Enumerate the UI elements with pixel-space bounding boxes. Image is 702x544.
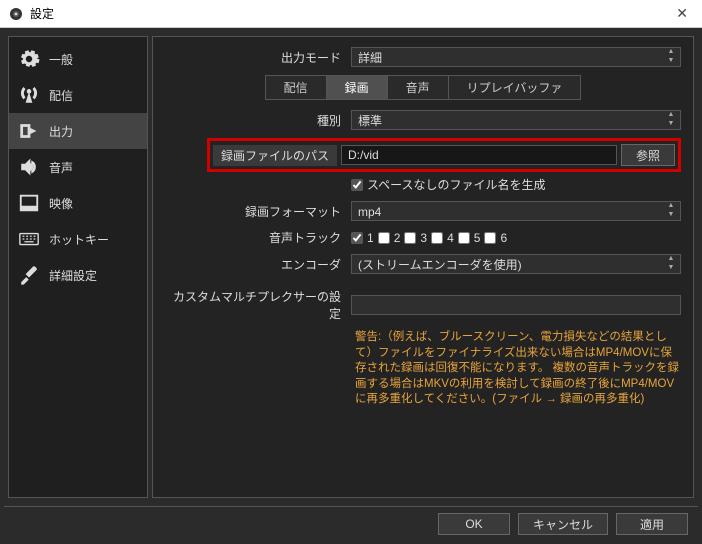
chevron-down-icon: ▼	[664, 264, 678, 273]
sidebar-item-advanced[interactable]: 詳細設定	[9, 257, 147, 293]
output-tabs: 配信 録画 音声 リプレイバッファ	[165, 75, 681, 100]
mp4-warning: 警告:（例えば、ブルースクリーン、電力損失などの結果として）ファイルをファイナラ…	[351, 330, 681, 408]
chevron-down-icon: ▼	[664, 120, 678, 129]
chevron-up-icon: ▲	[664, 111, 678, 120]
browse-button[interactable]: 参照	[621, 144, 675, 166]
main-panel: 出力モード 詳細 ▲▼ 配信 録画 音声 リプレイバッファ 種別 標	[152, 36, 694, 498]
close-icon[interactable]: ✕	[670, 5, 694, 22]
audio-tracks-label: 音声トラック	[165, 229, 345, 246]
recording-path-input[interactable]	[341, 145, 617, 165]
sidebar-item-label: 音声	[49, 159, 73, 176]
keyboard-icon	[17, 227, 41, 251]
no-space-filename-label: スペースなしのファイル名を生成	[367, 176, 546, 193]
sidebar-item-label: 配信	[49, 87, 73, 104]
output-mode-value: 詳細	[358, 51, 382, 65]
chevron-down-icon: ▼	[664, 211, 678, 220]
sidebar-item-label: ホットキー	[49, 231, 109, 248]
recording-kind-label: 種別	[165, 112, 345, 129]
recording-kind-select[interactable]: 標準 ▲▼	[351, 110, 681, 130]
tab-audio[interactable]: 音声	[388, 75, 449, 100]
track-4[interactable]: 4	[431, 231, 454, 245]
sidebar-item-label: 一般	[49, 51, 73, 68]
no-space-filename-input[interactable]	[351, 179, 363, 191]
ok-button[interactable]: OK	[438, 513, 510, 535]
output-mode-label: 出力モード	[165, 49, 345, 66]
tab-stream[interactable]: 配信	[265, 75, 327, 100]
recording-format-select[interactable]: mp4 ▲▼	[351, 201, 681, 221]
track-5[interactable]: 5	[458, 231, 481, 245]
tools-icon	[17, 263, 41, 287]
output-mode-select[interactable]: 詳細 ▲▼	[351, 47, 681, 67]
dialog-footer: OK キャンセル 適用	[4, 506, 698, 540]
audio-tracks: 1 2 3 4 5 6	[351, 231, 681, 245]
sidebar-item-audio[interactable]: 音声	[9, 149, 147, 185]
recording-format-value: mp4	[358, 205, 381, 219]
encoder-value: (ストリームエンコーダを使用)	[358, 258, 522, 272]
sidebar-item-general[interactable]: 一般	[9, 41, 147, 77]
track-1[interactable]: 1	[351, 231, 374, 245]
output-icon	[17, 119, 41, 143]
recording-path-highlight: 録画ファイルのパス 参照	[207, 138, 681, 172]
sidebar-item-output[interactable]: 出力	[9, 113, 147, 149]
sidebar-item-label: 出力	[49, 123, 73, 140]
apply-button[interactable]: 適用	[616, 513, 688, 535]
sidebar-item-label: 映像	[49, 195, 73, 212]
chevron-up-icon: ▲	[664, 255, 678, 264]
speaker-icon	[17, 155, 41, 179]
muxer-input[interactable]	[351, 295, 681, 315]
encoder-select[interactable]: (ストリームエンコーダを使用) ▲▼	[351, 254, 681, 274]
recording-format-label: 録画フォーマット	[165, 203, 345, 220]
gear-icon	[17, 47, 41, 71]
titlebar: 設定 ✕	[0, 0, 702, 28]
sidebar-item-hotkeys[interactable]: ホットキー	[9, 221, 147, 257]
antenna-icon	[17, 83, 41, 107]
encoder-label: エンコーダ	[165, 256, 345, 273]
sidebar: 一般 配信 出力 音声 映像 ホットキー	[8, 36, 148, 498]
recording-path-label: 録画ファイルのパス	[213, 145, 337, 166]
tab-replay-buffer[interactable]: リプレイバッファ	[449, 75, 582, 100]
monitor-icon	[17, 191, 41, 215]
track-3[interactable]: 3	[404, 231, 427, 245]
sidebar-item-label: 詳細設定	[49, 267, 97, 284]
cancel-button[interactable]: キャンセル	[518, 513, 608, 535]
chevron-up-icon: ▲	[664, 202, 678, 211]
window-title: 設定	[30, 5, 54, 22]
app-icon	[8, 6, 24, 22]
track-6[interactable]: 6	[484, 231, 507, 245]
chevron-down-icon: ▼	[664, 57, 678, 66]
sidebar-item-video[interactable]: 映像	[9, 185, 147, 221]
chevron-up-icon: ▲	[664, 48, 678, 57]
tab-record[interactable]: 録画	[327, 75, 388, 100]
no-space-filename-checkbox[interactable]: スペースなしのファイル名を生成	[351, 176, 546, 193]
recording-kind-value: 標準	[358, 114, 382, 128]
track-2[interactable]: 2	[378, 231, 401, 245]
muxer-label: カスタムマルチプレクサーの設定	[165, 288, 345, 322]
sidebar-item-stream[interactable]: 配信	[9, 77, 147, 113]
